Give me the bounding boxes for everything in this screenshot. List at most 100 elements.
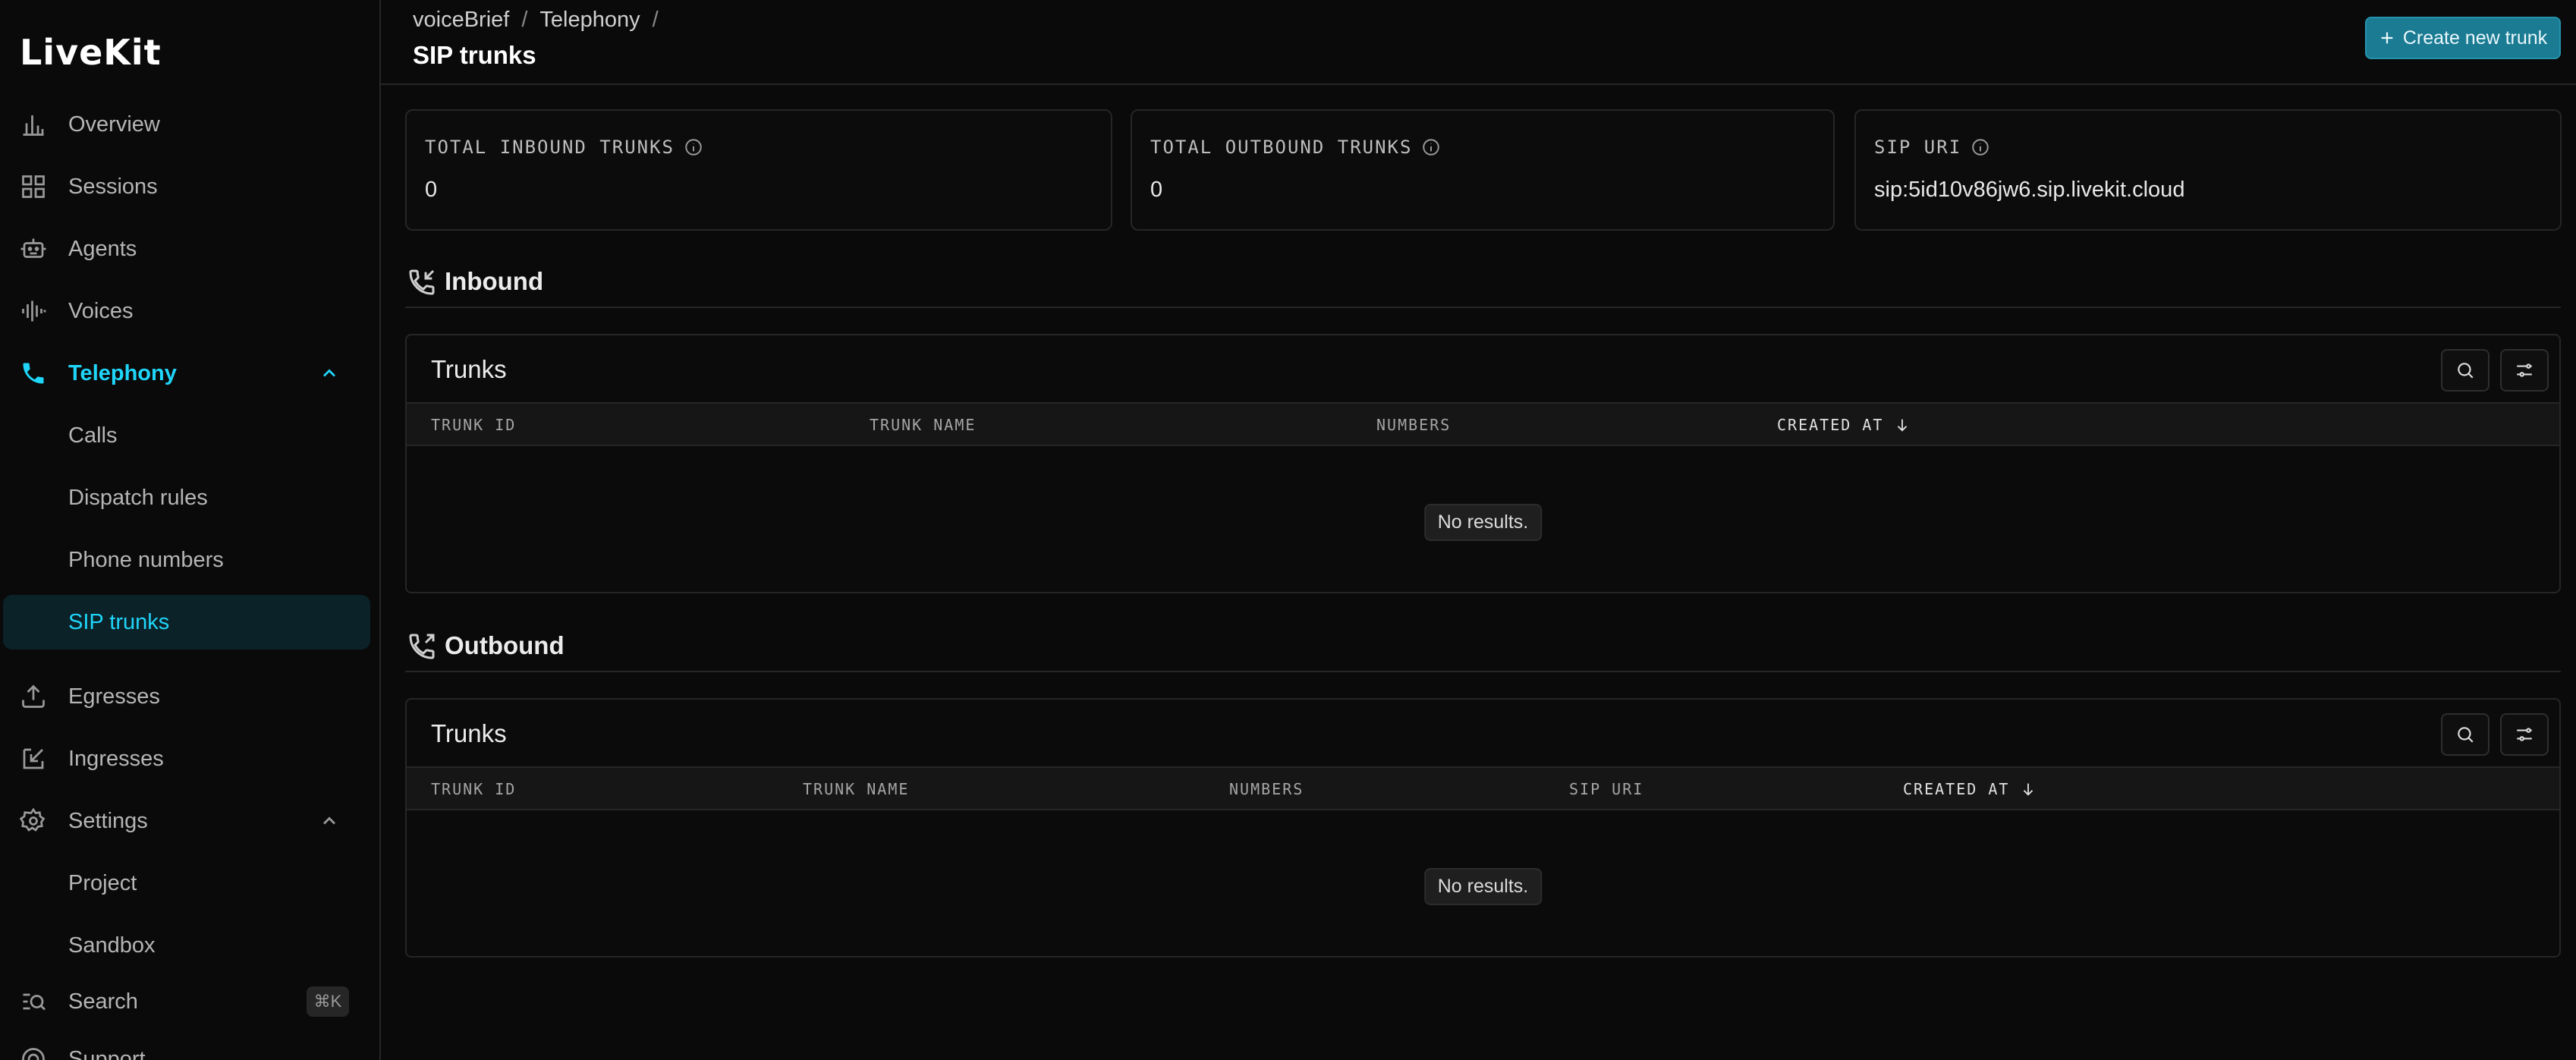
keyboard-shortcut-badge: ⌘K <box>307 986 349 1017</box>
upload-icon <box>22 684 45 708</box>
sidebar-item-telephony[interactable]: Telephony <box>3 346 370 401</box>
gear-icon <box>20 807 46 832</box>
breadcrumb-item-telephony[interactable]: Telephony <box>539 8 640 33</box>
sidebar-item-support[interactable]: Support <box>3 1032 370 1060</box>
sidebar-item-label: Telephony <box>68 360 177 385</box>
sidebar-item-ingresses[interactable]: Ingresses <box>3 731 370 786</box>
waveform-icon <box>22 300 46 322</box>
create-new-trunk-button[interactable]: Create new trunk <box>2365 17 2561 59</box>
sidebar-item-label: Search <box>68 989 138 1014</box>
column-header-trunk-name[interactable]: TRUNK NAME <box>803 780 909 798</box>
search-button[interactable] <box>2441 349 2490 392</box>
sidebar-item-egresses[interactable]: Egresses <box>3 669 370 724</box>
sliders-icon <box>2517 363 2532 377</box>
inbound-section-header: Inbound <box>405 263 2561 308</box>
livekit-logo[interactable]: LiveKit <box>20 32 162 74</box>
chevron-up-icon[interactable] <box>319 810 340 832</box>
phone-incoming-icon <box>409 269 435 295</box>
search-button[interactable] <box>2441 713 2490 756</box>
sidebar-item-voices[interactable]: Voices <box>3 284 370 338</box>
column-header-created-at[interactable]: CREATED AT <box>1903 780 2037 798</box>
page-header: voiceBrief / Telephony / SIP trunks Crea… <box>381 0 2576 85</box>
column-header-label: CREATED AT <box>1777 416 1884 434</box>
section-title: Outbound <box>445 631 565 659</box>
stat-label-text: TOTAL INBOUND TRUNKS <box>425 137 675 158</box>
search-icon <box>2458 727 2474 743</box>
robot-icon <box>20 238 46 258</box>
empty-state-badge: No results. <box>1423 504 1543 541</box>
breadcrumb-separator: / <box>652 8 659 32</box>
sidebar-item-sandbox[interactable]: Sandbox <box>3 918 370 973</box>
sidebar-item-sip-trunks[interactable]: SIP trunks <box>3 595 370 650</box>
sidebar-item-overview[interactable]: Overview <box>3 97 370 152</box>
outbound-trunks-table: Trunks TRUNK ID TRUNK NAME NUMBERS SIP U… <box>405 698 2561 958</box>
bar-chart-icon <box>23 115 44 136</box>
sidebar-item-dispatch-rules[interactable]: Dispatch rules <box>3 470 370 525</box>
stat-card-sip-uri: SIP URI sip:5id10v86jw6.sip.livekit.clou… <box>1854 109 2562 231</box>
sidebar-item-label: Support <box>68 1046 146 1060</box>
stat-label: TOTAL OUTBOUND TRUNKS <box>1150 137 1441 158</box>
sidebar-item-label: Phone numbers <box>68 547 224 572</box>
section-title: Inbound <box>445 267 544 295</box>
breadcrumb: voiceBrief / Telephony / <box>413 8 659 33</box>
stat-label-text: SIP URI <box>1874 137 1962 158</box>
sidebar-item-calls[interactable]: Calls <box>3 408 370 463</box>
empty-state-badge: No results. <box>1423 868 1543 905</box>
stat-label: TOTAL INBOUND TRUNKS <box>425 137 703 158</box>
sidebar-item-label: Calls <box>68 423 118 448</box>
info-icon[interactable] <box>1971 137 1990 157</box>
phone-icon <box>23 363 44 384</box>
sidebar-item-label: Agents <box>68 236 137 261</box>
sidebar-item-agents[interactable]: Agents <box>3 222 370 276</box>
stat-value: 0 <box>425 178 438 202</box>
plus-icon <box>2381 32 2393 44</box>
stat-card-outbound-trunks: TOTAL OUTBOUND TRUNKS 0 <box>1131 109 1835 231</box>
stat-card-inbound-trunks: TOTAL INBOUND TRUNKS 0 <box>405 109 1112 231</box>
table-header: TRUNK ID TRUNK NAME NUMBERS CREATED AT <box>407 402 2559 446</box>
table-title: Trunks <box>431 719 507 747</box>
sidebar-item-label: Settings <box>68 808 148 833</box>
breadcrumb-separator: / <box>521 8 528 32</box>
filter-button[interactable] <box>2500 349 2549 392</box>
sidebar-item-label: SIP trunks <box>68 609 170 634</box>
grid-icon <box>22 175 45 198</box>
create-button-label: Create new trunk <box>2402 27 2548 49</box>
info-icon[interactable] <box>684 137 703 157</box>
search-list-icon <box>23 993 46 1011</box>
info-icon[interactable] <box>1421 137 1441 157</box>
sidebar-item-sessions[interactable]: Sessions <box>3 159 370 214</box>
column-header-numbers[interactable]: NUMBERS <box>1376 416 1451 434</box>
column-header-created-at[interactable]: CREATED AT <box>1777 416 1911 434</box>
column-header-trunk-name[interactable]: TRUNK NAME <box>870 416 976 434</box>
lifebuoy-icon <box>22 1048 45 1060</box>
sidebar-item-label: Sessions <box>68 174 158 199</box>
phone-outgoing-icon <box>409 634 435 659</box>
sidebar-item-label: Egresses <box>68 684 160 709</box>
sidebar-item-label: Overview <box>68 112 160 137</box>
column-header-trunk-id[interactable]: TRUNK ID <box>431 416 516 434</box>
column-header-numbers[interactable]: NUMBERS <box>1229 780 1304 798</box>
sip-uri-value[interactable]: sip:5id10v86jw6.sip.livekit.cloud <box>1874 178 2184 203</box>
sidebar-item-project[interactable]: Project <box>3 856 370 911</box>
column-header-sip-uri[interactable]: SIP URI <box>1569 780 1643 798</box>
sidebar-item-label: Sandbox <box>68 933 156 958</box>
table-title: Trunks <box>431 355 507 383</box>
chevron-up-icon[interactable] <box>319 363 340 384</box>
stat-label-text: TOTAL OUTBOUND TRUNKS <box>1150 137 1413 158</box>
search-icon <box>2458 363 2474 379</box>
sliders-icon <box>2517 728 2532 741</box>
sidebar-item-settings[interactable]: Settings <box>3 794 370 848</box>
sidebar-item-phone-numbers[interactable]: Phone numbers <box>3 533 370 587</box>
sidebar-item-search[interactable]: Search ⌘K <box>3 974 370 1029</box>
filter-button[interactable] <box>2500 713 2549 756</box>
stat-value: 0 <box>1150 178 1163 202</box>
breadcrumb-item-project[interactable]: voiceBrief <box>413 8 509 33</box>
column-header-label: CREATED AT <box>1903 780 2010 798</box>
page-title: SIP trunks <box>413 41 536 69</box>
sidebar: LiveKit Overview Sessions Agents Voices … <box>0 0 381 1060</box>
sidebar-item-label: Ingresses <box>68 746 164 771</box>
column-header-trunk-id[interactable]: TRUNK ID <box>431 780 516 798</box>
arrow-down-icon <box>1898 419 1908 432</box>
outbound-section-header: Outbound <box>405 627 2561 672</box>
sidebar-item-label: Dispatch rules <box>68 485 208 510</box>
